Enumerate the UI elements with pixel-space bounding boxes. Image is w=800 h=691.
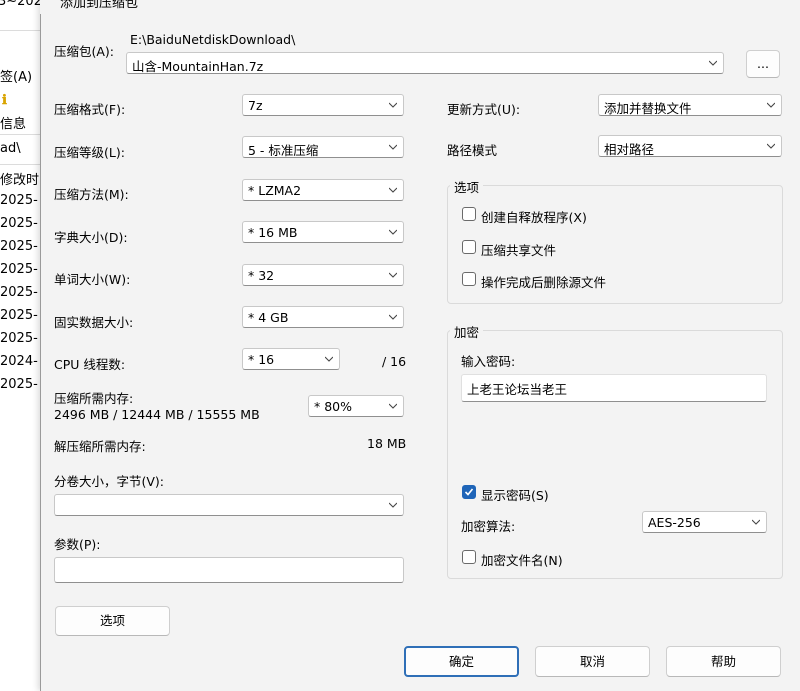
shared-files-label[interactable]: 压缩共享文件 <box>481 240 556 259</box>
threads-max: / 16 <box>382 354 407 369</box>
list-item[interactable]: 2025- <box>0 239 38 254</box>
chevron-down-icon <box>389 229 397 235</box>
archive-name-combo[interactable]: 山含-MountainHan.7z <box>126 52 724 74</box>
list-item[interactable]: 2025- <box>0 285 38 300</box>
chevron-down-icon <box>767 102 775 108</box>
path-mode-select[interactable]: 相对路径 <box>598 135 782 157</box>
format-select[interactable]: 7z <box>242 94 404 116</box>
chevron-down-icon <box>389 144 397 150</box>
background-window: 3~202 签(A) ℹ 信息 ad\ 修改时 2025- 2025- 2025… <box>0 0 42 691</box>
threads-label: CPU 线程数: <box>54 357 126 372</box>
background-path-fragment[interactable]: ad\ <box>0 141 21 156</box>
threads-value: * 16 <box>248 352 275 367</box>
encryption-method-select[interactable]: AES-256 <box>642 511 767 533</box>
word-size-value: * 32 <box>248 268 275 283</box>
encryption-method-value: AES-256 <box>648 515 701 530</box>
method-value: * LZMA2 <box>248 183 302 198</box>
encrypt-filenames-label[interactable]: 加密文件名(N) <box>481 550 563 569</box>
background-column-header[interactable]: 修改时 <box>0 169 39 188</box>
chevron-down-icon <box>389 403 397 409</box>
format-value: 7z <box>248 98 263 113</box>
shared-files-checkbox[interactable] <box>462 240 476 254</box>
list-item[interactable]: 2025- <box>0 377 38 392</box>
chevron-down-icon <box>325 356 333 362</box>
level-select[interactable]: 5 - 标准压缩 <box>242 136 404 158</box>
sfx-label[interactable]: 创建自释放程序(X) <box>481 207 587 226</box>
list-item[interactable]: 2025- <box>0 262 38 277</box>
background-title-fragment: 3~202 <box>0 0 42 9</box>
method-label: 压缩方法(M): <box>54 187 129 202</box>
encrypt-filenames-checkbox[interactable] <box>462 550 476 564</box>
delete-after-label[interactable]: 操作完成后删除源文件 <box>481 272 606 291</box>
dialog-title: 添加到压缩包 <box>60 0 139 11</box>
password-input[interactable]: 上老王论坛当老王 <box>461 374 767 402</box>
memory-detail: 2496 MB / 12444 MB / 15555 MB <box>54 407 260 422</box>
info-icon: ℹ <box>2 93 7 108</box>
solid-block-select[interactable]: * 4 GB <box>242 306 404 328</box>
chevron-down-icon <box>389 314 397 320</box>
decompress-memory-value: 18 MB <box>367 436 407 451</box>
background-menu-fragment[interactable]: 签(A) <box>0 66 32 85</box>
list-item[interactable]: 2025- <box>0 308 38 323</box>
solid-block-value: * 4 GB <box>248 310 289 325</box>
sfx-checkbox[interactable] <box>462 207 476 221</box>
path-mode-value: 相对路径 <box>604 142 655 157</box>
list-item[interactable]: 2024- <box>0 354 38 369</box>
archive-name-value: 山含-MountainHan.7z <box>132 59 264 74</box>
chevron-down-icon <box>752 519 760 525</box>
method-select[interactable]: * LZMA2 <box>242 179 404 201</box>
memory-label: 压缩所需内存: <box>54 391 134 406</box>
chevron-down-icon <box>709 60 717 66</box>
dictionary-value: * 16 MB <box>248 225 298 240</box>
update-mode-select[interactable]: 添加并替换文件 <box>598 94 782 116</box>
list-item[interactable]: 2025- <box>0 193 38 208</box>
password-label: 输入密码: <box>461 354 516 369</box>
list-item[interactable]: 2025- <box>0 216 38 231</box>
memory-usage-select[interactable]: * 80% <box>308 395 404 417</box>
browse-button[interactable]: ... <box>746 50 780 78</box>
decompress-memory-label: 解压缩所需内存: <box>54 439 146 454</box>
checkmark-icon <box>464 488 474 496</box>
encryption-group-title: 加密 <box>450 322 484 341</box>
password-value: 上老王论坛当老王 <box>467 382 568 397</box>
parameters-input[interactable] <box>54 557 404 583</box>
show-password-checkbox[interactable] <box>462 485 476 499</box>
chevron-down-icon <box>389 272 397 278</box>
dialog-titlebar: 添加到压缩包 ✕ <box>40 0 800 14</box>
level-label: 压缩等级(L): <box>54 145 125 160</box>
chevron-down-icon <box>389 102 397 108</box>
path-mode-label: 路径模式 <box>447 143 498 158</box>
dictionary-label: 字典大小(D): <box>54 230 128 245</box>
encryption-method-label: 加密算法: <box>461 519 516 534</box>
archive-directory: E:\BaiduNetdiskDownload\ <box>130 32 296 47</box>
list-item[interactable]: 2025- <box>0 331 38 346</box>
options-group-title: 选项 <box>450 177 484 196</box>
dictionary-select[interactable]: * 16 MB <box>242 221 404 243</box>
archive-label: 压缩包(A): <box>54 44 115 59</box>
parameters-label: 参数(P): <box>54 537 101 552</box>
help-button[interactable]: 帮助 <box>666 646 781 677</box>
show-password-label[interactable]: 显示密码(S) <box>481 485 549 504</box>
background-info-fragment: 信息 <box>0 117 27 132</box>
ok-button[interactable]: 确定 <box>404 646 519 677</box>
memory-usage-value: * 80% <box>314 399 353 414</box>
word-size-label: 单词大小(W): <box>54 272 131 287</box>
options-button[interactable]: 选项 <box>55 606 170 636</box>
update-mode-label: 更新方式(U): <box>447 102 521 117</box>
word-size-select[interactable]: * 32 <box>242 264 404 286</box>
format-label: 压缩格式(F): <box>54 102 126 117</box>
delete-after-checkbox[interactable] <box>462 272 476 286</box>
level-value: 5 - 标准压缩 <box>248 143 319 158</box>
chevron-down-icon <box>389 187 397 193</box>
threads-select[interactable]: * 16 <box>242 348 340 370</box>
solid-block-label: 固实数据大小: <box>54 315 134 330</box>
chevron-down-icon <box>767 143 775 149</box>
volume-size-combo[interactable] <box>54 494 404 516</box>
update-mode-value: 添加并替换文件 <box>604 101 692 116</box>
volume-size-label: 分卷大小，字节(V): <box>54 474 165 489</box>
chevron-down-icon <box>389 502 397 508</box>
cancel-button[interactable]: 取消 <box>535 646 650 677</box>
